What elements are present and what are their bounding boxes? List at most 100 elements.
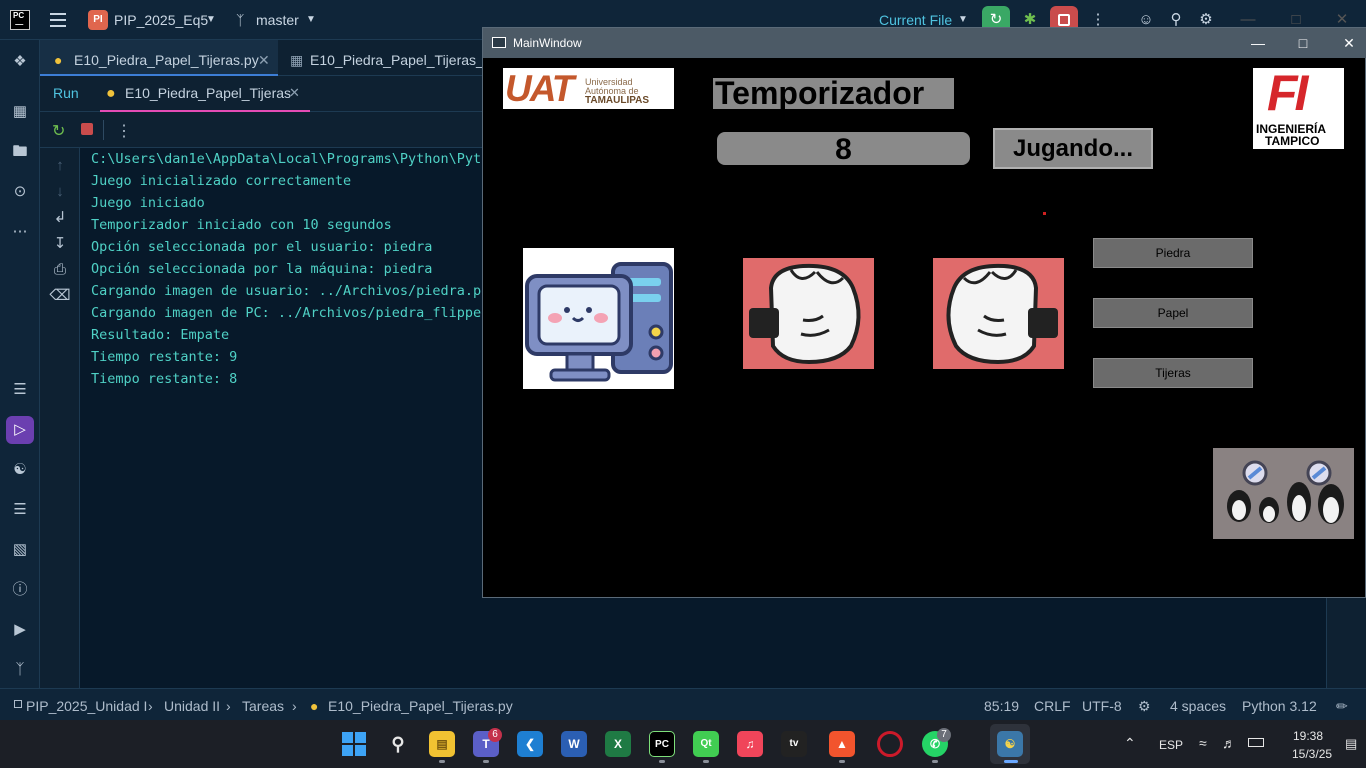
maximize-icon[interactable]: □ — [1288, 32, 1318, 54]
ai-assistant-icon[interactable]: ⚙ — [1138, 698, 1151, 715]
tool-window-strip: ❖ ▦ 🖿 ⊙ ⋯ ☰ ▷ ☯ ☰ ▧ ⓘ ▶ ᛉ — [0, 40, 40, 688]
status-bar: PIP_2025_Unidad I › Unidad II › Tareas ›… — [0, 688, 1366, 720]
python-icon: ☯ — [997, 731, 1023, 757]
soft-wrap-icon[interactable]: ↲ — [48, 206, 72, 230]
app-window-title: MainWindow — [513, 36, 582, 50]
print-icon[interactable]: ⎙ — [48, 258, 72, 282]
music-icon[interactable]: ♫ — [737, 731, 763, 757]
file-explorer-icon[interactable]: ▤ — [429, 731, 455, 757]
chevron-up-icon[interactable]: ⌃ — [1124, 735, 1136, 752]
project-name[interactable]: PIP_2025_Eq5 — [114, 12, 208, 28]
more-options-icon[interactable]: ⋮ — [116, 121, 132, 141]
volume-icon[interactable]: ♬ — [1222, 735, 1236, 751]
scroll-end-icon[interactable]: ↧ — [48, 232, 72, 256]
input-language[interactable]: ESP — [1159, 738, 1183, 752]
game-state-button[interactable]: Jugando... — [993, 128, 1153, 169]
whatsapp-badge: 7 — [937, 728, 951, 742]
start-icon[interactable] — [342, 732, 366, 756]
close-icon[interactable]: ✕ — [1334, 32, 1364, 54]
notifications-icon[interactable]: ▤ — [1345, 736, 1357, 752]
close-tab-icon[interactable]: ✕ — [258, 40, 270, 80]
papel-button[interactable]: Papel — [1093, 298, 1253, 328]
console-line: Juego iniciado — [91, 195, 205, 211]
close-tab-icon[interactable]: ✕ — [289, 85, 300, 101]
clock-time[interactable]: 19:38 — [1293, 729, 1323, 743]
file-encoding[interactable]: UTF-8 — [1082, 698, 1122, 714]
rerun-icon[interactable]: ↻ — [52, 121, 65, 141]
arrow-down-icon[interactable]: ↓ — [48, 180, 72, 204]
todo-icon[interactable]: ☰ — [8, 378, 32, 402]
breadcrumb-item[interactable]: Tareas — [242, 698, 284, 714]
excel-icon[interactable]: X — [605, 731, 631, 757]
caret-position[interactable]: 85:19 — [984, 698, 1019, 714]
console-line: Temporizador iniciado con 10 segundos — [91, 217, 392, 233]
branch-icon: ᛉ — [236, 12, 245, 28]
console-line: Opción seleccionada por la máquina: pied… — [91, 261, 433, 277]
word-icon[interactable]: W — [561, 731, 587, 757]
interpreter[interactable]: Python 3.12 — [1242, 698, 1317, 714]
layers-icon[interactable]: ☰ — [8, 498, 32, 522]
stop-icon[interactable] — [81, 123, 93, 135]
console-line: Opción seleccionada por el usuario: pied… — [91, 239, 433, 255]
chevron-right-icon: › — [226, 698, 231, 714]
breadcrumb-item[interactable]: Unidad II — [164, 698, 220, 714]
pycharm-icon[interactable]: PC — [649, 731, 675, 757]
main-menu-icon[interactable] — [48, 10, 68, 30]
app-title-bar: MainWindow — □ ✕ — [483, 28, 1366, 58]
run-config[interactable]: Current File — [879, 12, 952, 28]
running-indicator — [932, 760, 938, 763]
chevron-right-icon: › — [292, 698, 297, 714]
run-panel-title: Run — [53, 85, 79, 101]
run-tab[interactable]: ● E10_Piedra_Papel_Tijeras ✕ — [100, 76, 310, 112]
window-icon — [492, 37, 506, 48]
piedra-button[interactable]: Piedra — [1093, 238, 1253, 268]
clock-date[interactable]: 15/3/25 — [1292, 747, 1332, 761]
chevron-down-icon[interactable]: ▼ — [958, 14, 968, 25]
services-icon[interactable]: ▶ — [8, 618, 32, 642]
timer-display: 8 — [717, 132, 970, 166]
python-file-icon: ● — [310, 698, 319, 714]
console-line: Juego inicializado correctamente — [91, 173, 352, 189]
run-tab-label: E10_Piedra_Papel_Tijeras — [125, 85, 292, 101]
project-tool-icon[interactable]: ❖ — [8, 50, 32, 74]
battery-icon[interactable] — [1248, 738, 1264, 747]
qt-designer-icon[interactable]: Qt — [693, 731, 719, 757]
git-icon[interactable]: ᛉ — [8, 658, 32, 682]
timer-heading: Temporizador — [713, 77, 954, 109]
terminal-icon[interactable]: ▧ — [8, 538, 32, 562]
trash-icon[interactable]: ⌫ — [48, 284, 72, 308]
teams-badge: 6 — [488, 728, 502, 742]
brave-icon[interactable]: ▲ — [829, 731, 855, 757]
run-tool-icon[interactable]: ▷ — [6, 416, 34, 444]
vscode-icon[interactable]: ❮ — [517, 731, 543, 757]
folder-icon[interactable]: 🖿 — [8, 140, 32, 164]
running-indicator — [483, 760, 489, 763]
problems-icon[interactable]: ⓘ — [8, 578, 32, 602]
python-console-icon[interactable]: ☯ — [8, 458, 32, 482]
chevron-right-icon: › — [148, 698, 153, 714]
branch-name[interactable]: master — [256, 12, 299, 28]
indent-setting[interactable]: 4 spaces — [1170, 698, 1226, 714]
commit-icon[interactable]: ⊙ — [8, 180, 32, 204]
chevron-down-icon[interactable]: ▼ — [306, 14, 316, 25]
minimize-icon[interactable]: — — [1243, 32, 1273, 54]
more-tools-icon[interactable]: ⋯ — [8, 220, 32, 244]
tijeras-button[interactable]: Tijeras — [1093, 358, 1253, 388]
console-line: Tiempo restante: 8 — [91, 371, 238, 387]
editor-tab-main[interactable]: ● E10_Piedra_Papel_Tijeras.py ✕ — [40, 40, 278, 76]
wifi-icon[interactable]: ≈ — [1199, 735, 1207, 751]
tab-label: E10_Piedra_Papel_Tijeras.py — [74, 52, 259, 68]
structure-icon[interactable]: ▦ — [8, 100, 32, 124]
apple-tv-icon[interactable]: tv — [781, 731, 807, 757]
line-ending[interactable]: CRLF — [1034, 698, 1071, 714]
arrow-up-icon[interactable]: ↑ — [48, 154, 72, 178]
console-line: Cargando imagen de usuario: ../Archivos/… — [91, 283, 498, 299]
breadcrumb-item[interactable]: PIP_2025_Unidad I — [26, 698, 147, 714]
divider — [103, 120, 104, 140]
computer-image — [523, 248, 674, 389]
lock-icon[interactable]: ✏ — [1336, 698, 1348, 715]
breadcrumb-item[interactable]: E10_Piedra_Papel_Tijeras.py — [328, 698, 513, 714]
chevron-down-icon[interactable]: ▼ — [206, 14, 216, 25]
search-icon[interactable]: ⚲ — [385, 731, 411, 757]
opera-icon[interactable] — [877, 731, 903, 757]
